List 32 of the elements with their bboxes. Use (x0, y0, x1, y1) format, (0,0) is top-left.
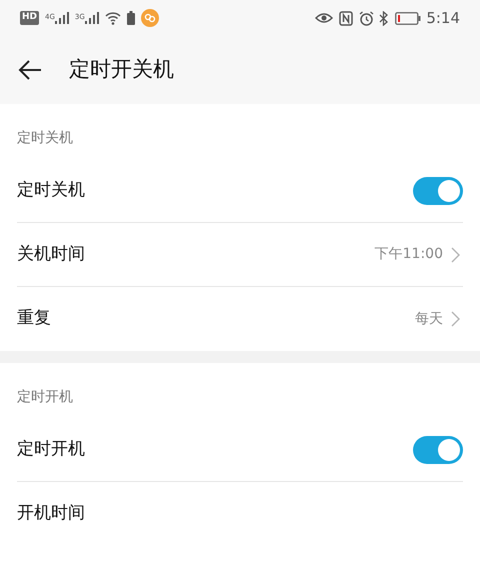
toggle-switch[interactable] (413, 436, 463, 464)
hd-badge: HD (20, 11, 40, 25)
section-header: 定时关机 (17, 129, 73, 148)
signal-icon (84, 12, 99, 24)
chevron-right-icon (451, 311, 460, 327)
nfc-icon (339, 10, 354, 26)
row-label: 定时开机 (17, 438, 86, 461)
row-label: 开机时间 (17, 502, 86, 526)
battery-low-icon (395, 12, 422, 24)
row-label: 定时关机 (17, 178, 86, 202)
eye-icon (315, 12, 334, 24)
app-notification-icon (140, 9, 159, 27)
settings-row[interactable]: 重复 每天 (17, 287, 463, 351)
status-time: 5:14 (426, 8, 460, 29)
settings-row[interactable]: 关机时间 下午11:00 (17, 223, 463, 287)
section-header: 定时开机 (17, 388, 73, 407)
settings-row[interactable]: 定时关机 (17, 159, 463, 223)
settings-row[interactable]: 开机时间 (17, 482, 463, 546)
alarm-icon (359, 10, 374, 26)
settings-row[interactable]: 定时开机 (17, 418, 463, 482)
row-label: 关机时间 (17, 242, 86, 266)
bluetooth-icon (379, 10, 388, 26)
wifi-icon (104, 12, 121, 24)
toggle-switch[interactable] (413, 176, 463, 204)
battery-icon (126, 11, 135, 25)
row-value: 下午11:00 (374, 245, 443, 264)
row-label: 重复 (17, 307, 52, 330)
chevron-right-icon (451, 246, 460, 262)
signal-icon (54, 12, 69, 24)
row-value: 每天 (415, 310, 443, 328)
back-arrow-icon[interactable] (18, 60, 42, 80)
page-title: 定时开关机 (69, 56, 174, 84)
